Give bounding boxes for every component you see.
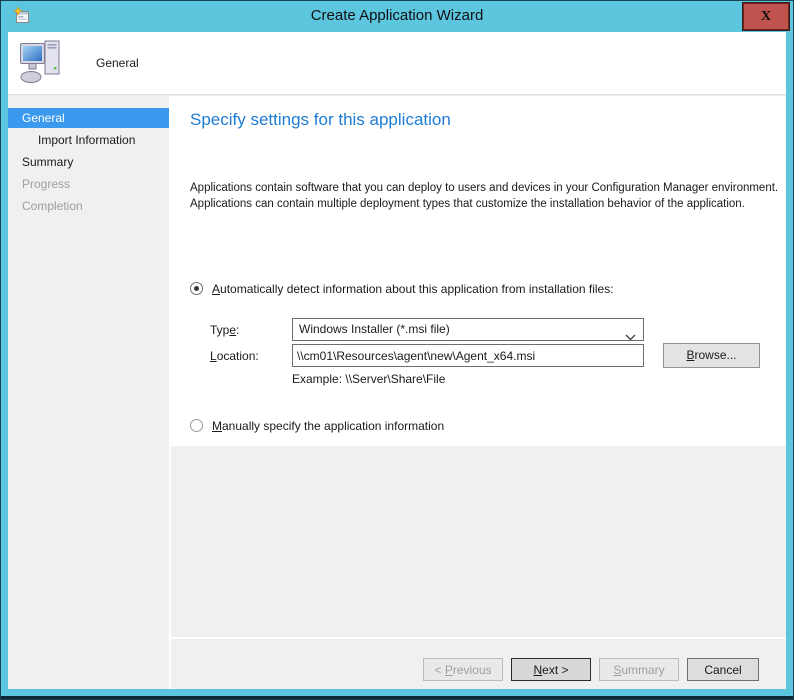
type-dropdown[interactable]: Windows Installer (*.msi file) xyxy=(292,318,644,341)
manual-specify-radio-label: Manually specify the application informa… xyxy=(212,419,444,433)
browse-button[interactable]: Browse... xyxy=(663,343,760,368)
content-panel xyxy=(171,96,786,446)
label-text: revious xyxy=(453,663,492,677)
label-mnemonic: M xyxy=(212,419,222,433)
label-text: ocation: xyxy=(217,349,259,363)
radio-selected-icon[interactable] xyxy=(190,282,203,295)
wizard-steps-sidebar: General Import Information Summary Progr… xyxy=(8,96,169,689)
next-button[interactable]: Next > xyxy=(511,658,591,681)
label-text: anually specify the application informat… xyxy=(222,419,444,433)
cancel-button[interactable]: Cancel xyxy=(687,658,759,681)
manual-specify-radio[interactable]: Manually specify the application informa… xyxy=(190,419,444,433)
description-line-2: Applications can contain multiple deploy… xyxy=(190,196,778,212)
label-text: Cancel xyxy=(704,663,741,677)
label-text: utomatically detect information about th… xyxy=(220,282,614,296)
description-line-1: Applications contain software that you c… xyxy=(190,180,778,196)
close-button[interactable]: X xyxy=(743,3,789,30)
location-input[interactable] xyxy=(292,344,644,367)
computer-icon xyxy=(18,37,66,90)
label-text: ummary xyxy=(621,663,664,677)
create-application-wizard-window: Create Application Wizard X xyxy=(0,0,794,700)
titlebar: Create Application Wizard X xyxy=(1,1,793,32)
previous-button: < Previous xyxy=(423,658,503,681)
window-bottom-edge xyxy=(1,696,793,699)
auto-detect-radio-label: Automatically detect information about t… xyxy=(212,282,614,296)
window-title: Create Application Wizard xyxy=(1,1,793,32)
main-content: Specify settings for this application Ap… xyxy=(171,96,786,689)
label-mnemonic: N xyxy=(533,663,542,677)
label-mnemonic: P xyxy=(445,663,453,677)
label-text: ext > xyxy=(542,663,568,677)
sidebar-item-summary[interactable]: Summary xyxy=(8,152,169,172)
sidebar-item-progress: Progress xyxy=(8,174,169,194)
label-mnemonic: A xyxy=(212,282,220,296)
label-text: rowse... xyxy=(695,348,737,362)
radio-unselected-icon[interactable] xyxy=(190,419,203,432)
sidebar-item-import-information[interactable]: Import Information xyxy=(8,130,169,150)
description-text: Applications contain software that you c… xyxy=(190,180,778,212)
label-mnemonic: L xyxy=(210,349,217,363)
header-step-title: General xyxy=(96,56,139,70)
auto-detect-radio[interactable]: Automatically detect information about t… xyxy=(190,282,614,296)
type-label: Type: xyxy=(210,323,239,337)
page-title: Specify settings for this application xyxy=(190,110,451,130)
wizard-header: General xyxy=(8,32,786,95)
label-text: < xyxy=(434,663,444,677)
wizard-footer: < Previous Next > Summary Cancel xyxy=(171,639,786,689)
client-area: General General Import Information Summa… xyxy=(8,32,786,689)
location-label: Location: xyxy=(210,349,259,363)
label-mnemonic: B xyxy=(686,348,694,362)
location-example-text: Example: \\Server\Share\File xyxy=(292,372,445,386)
sidebar-item-completion: Completion xyxy=(8,196,169,216)
summary-button: Summary xyxy=(599,658,679,681)
type-dropdown-value: Windows Installer (*.msi file) xyxy=(299,322,450,336)
label-text: Typ xyxy=(210,323,229,337)
label-text: : xyxy=(236,323,239,337)
sidebar-item-general[interactable]: General xyxy=(8,108,169,128)
